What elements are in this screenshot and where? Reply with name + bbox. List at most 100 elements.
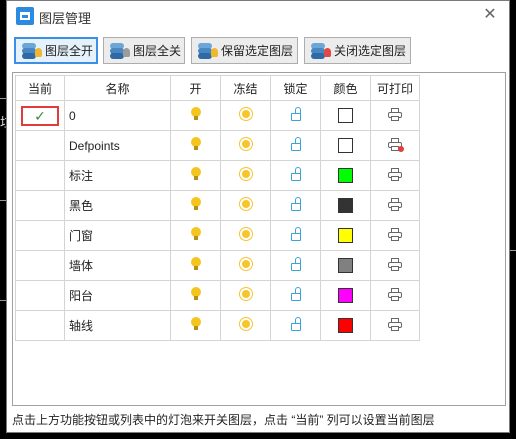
lock-cell[interactable]: [270, 280, 321, 311]
layer-name[interactable]: Defpoints: [64, 130, 171, 161]
color-cell[interactable]: [320, 160, 371, 191]
col-freeze[interactable]: 冻结: [220, 75, 271, 101]
color-swatch: [338, 198, 353, 214]
layers-off-icon: [108, 41, 130, 61]
on-cell[interactable]: [170, 130, 221, 161]
title-bar[interactable]: 图层管理 ✕: [7, 1, 509, 32]
lock-cell[interactable]: [270, 160, 321, 191]
layer-name[interactable]: 墙体: [64, 250, 171, 281]
printable-cell[interactable]: [370, 130, 420, 161]
color-swatch: [338, 108, 353, 124]
current-cell[interactable]: [15, 190, 65, 221]
on-cell[interactable]: [170, 280, 221, 311]
on-cell[interactable]: [170, 310, 221, 341]
current-cell[interactable]: [15, 220, 65, 251]
table-header: 当前 名称 开 冻结 锁定 颜色 可打印: [15, 75, 420, 101]
bulb-icon: [190, 167, 202, 181]
unlock-icon: [289, 287, 303, 301]
table-row[interactable]: 标注: [15, 160, 420, 191]
sun-icon: [239, 227, 253, 241]
close-selected-layers-button[interactable]: 关闭选定图层: [304, 37, 411, 64]
color-swatch: [338, 138, 353, 154]
table-row[interactable]: 轴线: [15, 310, 420, 341]
table-row[interactable]: 门窗: [15, 220, 420, 251]
printable-cell[interactable]: [370, 280, 420, 311]
table-row[interactable]: 阳台: [15, 280, 420, 311]
on-cell[interactable]: [170, 100, 221, 131]
color-cell[interactable]: [320, 280, 371, 311]
lock-cell[interactable]: [270, 100, 321, 131]
unlock-icon: [289, 257, 303, 271]
lock-cell[interactable]: [270, 250, 321, 281]
current-cell[interactable]: [15, 250, 65, 281]
printable-cell[interactable]: [370, 100, 420, 131]
app-icon: [16, 7, 34, 25]
col-color[interactable]: 颜色: [320, 75, 371, 101]
lock-cell[interactable]: [270, 310, 321, 341]
table-row[interactable]: Defpoints: [15, 130, 420, 161]
printable-cell[interactable]: [370, 190, 420, 221]
layer-name[interactable]: 0: [64, 100, 171, 131]
printer-icon: [388, 197, 402, 211]
close-button[interactable]: ✕: [481, 6, 499, 24]
color-cell[interactable]: [320, 100, 371, 131]
sun-icon: [239, 317, 253, 331]
layer-name[interactable]: 标注: [64, 160, 171, 191]
printable-cell[interactable]: [370, 220, 420, 251]
printable-cell[interactable]: [370, 310, 420, 341]
printable-cell[interactable]: [370, 160, 420, 191]
on-cell[interactable]: [170, 160, 221, 191]
col-lock[interactable]: 锁定: [270, 75, 321, 101]
color-cell[interactable]: [320, 130, 371, 161]
on-cell[interactable]: [170, 190, 221, 221]
layer-name[interactable]: 黑色: [64, 190, 171, 221]
current-cell[interactable]: ✓: [15, 100, 65, 131]
col-current[interactable]: 当前: [15, 75, 65, 101]
on-cell[interactable]: [170, 220, 221, 251]
freeze-cell[interactable]: [220, 100, 271, 131]
status-text: 点击上方功能按钮或列表中的灯泡来开关图层，点击 “当前” 列可以设置当前图层: [12, 413, 435, 427]
freeze-cell[interactable]: [220, 280, 271, 311]
lock-cell[interactable]: [270, 190, 321, 221]
on-cell[interactable]: [170, 250, 221, 281]
bulb-icon: [190, 257, 202, 271]
keep-selected-layers-button[interactable]: 保留选定图层: [191, 37, 298, 64]
color-swatch: [338, 228, 353, 244]
all-layers-on-label: 图层全开: [45, 44, 94, 58]
table-row[interactable]: 黑色: [15, 190, 420, 221]
layer-name[interactable]: 阳台: [64, 280, 171, 311]
freeze-cell[interactable]: [220, 310, 271, 341]
freeze-cell[interactable]: [220, 220, 271, 251]
bulb-icon: [190, 137, 202, 151]
unlock-icon: [289, 137, 303, 151]
layer-name[interactable]: 轴线: [64, 310, 171, 341]
printer-icon: [388, 167, 402, 181]
color-cell[interactable]: [320, 220, 371, 251]
color-cell[interactable]: [320, 250, 371, 281]
col-name[interactable]: 名称: [64, 75, 171, 101]
all-layers-on-button[interactable]: 图层全开: [14, 37, 98, 64]
color-cell[interactable]: [320, 190, 371, 221]
keep-selected-layers-label: 保留选定图层: [221, 44, 294, 58]
lock-cell[interactable]: [270, 130, 321, 161]
current-cell[interactable]: [15, 130, 65, 161]
table-row[interactable]: 墙体: [15, 250, 420, 281]
current-cell[interactable]: [15, 310, 65, 341]
layer-table: 当前 名称 开 冻结 锁定 颜色 可打印 ✓ 0 Defpoints 标注 黑色 门窗 墙体…: [15, 75, 420, 341]
all-layers-off-button[interactable]: 图层全关: [103, 37, 185, 64]
freeze-cell[interactable]: [220, 250, 271, 281]
color-cell[interactable]: [320, 310, 371, 341]
table-row[interactable]: ✓ 0: [15, 100, 420, 131]
layer-name[interactable]: 门窗: [64, 220, 171, 251]
layers-keep-icon: [196, 41, 218, 61]
lock-cell[interactable]: [270, 220, 321, 251]
freeze-cell[interactable]: [220, 130, 271, 161]
current-cell[interactable]: [15, 160, 65, 191]
freeze-cell[interactable]: [220, 160, 271, 191]
freeze-cell[interactable]: [220, 190, 271, 221]
layer-manager-dialog: 图层管理 ✕ 图层全开 图层全关 保留选定图层 关闭选定图层 当前 名称 开 冻…: [6, 0, 510, 433]
col-printable[interactable]: 可打印: [370, 75, 420, 101]
col-on[interactable]: 开: [170, 75, 221, 101]
current-cell[interactable]: [15, 280, 65, 311]
printable-cell[interactable]: [370, 250, 420, 281]
